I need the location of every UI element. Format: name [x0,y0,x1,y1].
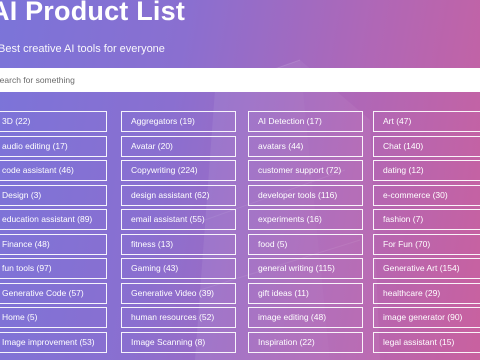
category-tag[interactable]: Image Scanning (8) [121,331,236,353]
category-tag[interactable]: developer tools (116) [248,184,363,206]
category-tag[interactable]: image generator (90) [373,307,480,328]
category-tag[interactable]: image editing (48) [248,307,363,328]
category-tag[interactable]: audio editing (17) [0,135,107,157]
category-tag[interactable]: Generative Video (39) [121,282,236,304]
category-tag[interactable]: fashion (7) [373,209,480,230]
category-tag[interactable]: healthcare (29) [373,282,480,304]
category-tag[interactable]: dating (12) [373,160,480,181]
category-tag[interactable]: Copywriting (224) [121,160,236,181]
category-tag[interactable]: Art (47) [373,111,480,132]
category-tag[interactable]: Generative Code (57) [0,282,107,304]
category-tag[interactable]: Generative Art (154) [373,258,480,279]
category-tag[interactable]: Avatar (20) [121,135,236,157]
category-tag[interactable]: e-commerce (30) [373,184,480,206]
category-tag[interactable]: education assistant (89) [0,209,107,230]
category-tag[interactable]: AI Detection (17) [248,111,363,132]
page-subtitle: Best creative AI tools for everyone [0,43,165,55]
category-tag[interactable]: code assistant (46) [0,160,107,181]
page-title: AI Product List [0,0,186,26]
category-tag[interactable]: gift ideas (11) [248,282,363,304]
category-tag[interactable]: human resources (52) [121,307,236,328]
category-tag[interactable]: avatars (44) [248,135,363,157]
category-tag[interactable]: experiments (16) [248,209,363,230]
category-tag[interactable]: Chat (140) [373,135,480,157]
search-input[interactable] [0,68,480,92]
category-tag[interactable]: Finance (48) [0,233,107,255]
category-tag[interactable]: general writing (115) [248,258,363,279]
category-tag[interactable]: Design (3) [0,184,107,206]
category-tag[interactable]: email assistant (55) [121,209,236,230]
category-tag[interactable]: Aggregators (19) [121,111,236,132]
category-tag[interactable]: food (5) [248,233,363,255]
category-tag[interactable]: legal assistant (15) [373,331,480,353]
category-tag[interactable]: Image improvement (53) [0,331,107,353]
category-tag[interactable]: fitness (13) [121,233,236,255]
category-tag[interactable]: 3D (22) [0,111,107,132]
category-tag[interactable]: Inspiration (22) [248,331,363,353]
category-tag[interactable]: customer support (72) [248,160,363,181]
category-tag[interactable]: Gaming (43) [121,258,236,279]
category-tag[interactable]: fun tools (97) [0,258,107,279]
category-tag[interactable]: design assistant (62) [121,184,236,206]
category-tag[interactable]: Home (5) [0,307,107,328]
category-tag[interactable]: For Fun (70) [373,233,480,255]
